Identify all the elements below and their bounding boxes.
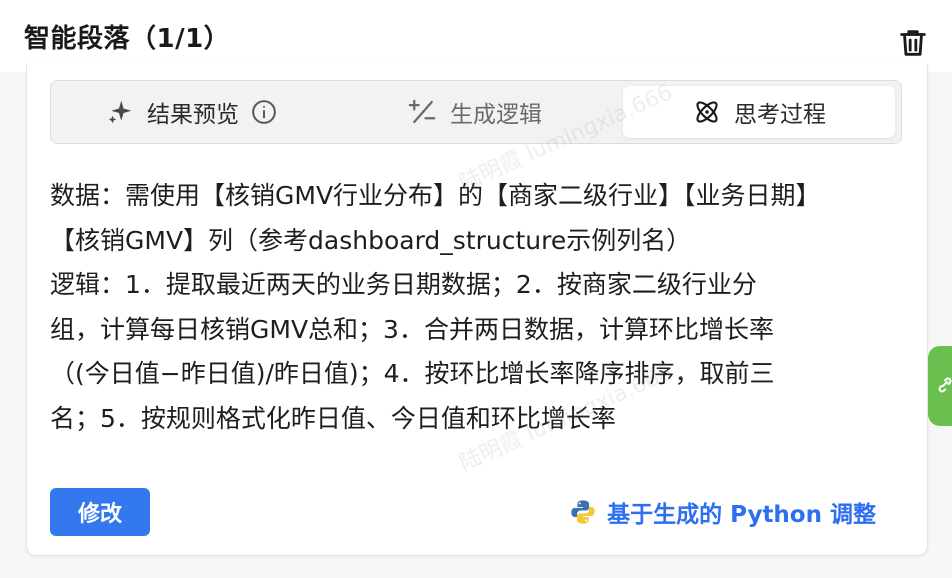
modify-button[interactable]: 修改	[50, 488, 150, 536]
sparkle-icon	[105, 97, 135, 127]
atom-icon	[692, 97, 722, 127]
python-adjust-link[interactable]: 基于生成的 Python 调整	[569, 495, 876, 529]
content-line: （(今日值−昨日值)/昨日值)；4．按环比增长率降序排序，取前三	[50, 359, 775, 388]
content-line: 名；5．按规则格式化昨日值、今日值和环比增长率	[50, 403, 616, 433]
tab-label: 生成逻辑	[450, 102, 542, 128]
python-adjust-label: 基于生成的 Python 调整	[607, 502, 876, 528]
trash-icon[interactable]	[896, 26, 930, 60]
tab-generation-logic[interactable]: 生成逻辑	[408, 86, 542, 138]
view-tabs: 结果预览 生成逻辑 思考过程	[50, 80, 902, 144]
tab-label: 结果预览	[147, 102, 239, 128]
content-line: 组，计算每日核销GMV总和；3．合并两日数据，计算环比增长率	[50, 314, 774, 344]
tab-label: 思考过程	[734, 102, 826, 128]
tab-thinking-process[interactable]: 思考过程	[623, 86, 895, 138]
tab-result-preview[interactable]: 结果预览	[105, 86, 277, 138]
panel-header: 智能段落（1/1）	[0, 0, 952, 72]
info-icon[interactable]	[251, 99, 277, 125]
content-line: 数据：需使用【核销GMV行业分布】的【商家二级行业】【业务日期】	[50, 181, 821, 210]
thinking-content: 数据：需使用【核销GMV行业分布】的【商家二级行业】【业务日期】 【核销GMV】…	[50, 174, 890, 441]
link-icon	[938, 377, 952, 393]
content-line: 【核销GMV】列（参考dashboard_structure示例列名）	[50, 225, 692, 255]
side-panel-tab[interactable]	[928, 346, 952, 426]
plus-minus-icon	[408, 97, 438, 127]
content-line: 逻辑：1．提取最近两天的业务日期数据；2．按商家二级行业分	[50, 270, 757, 299]
python-icon	[569, 498, 597, 526]
panel-title: 智能段落（1/1）	[24, 24, 231, 54]
